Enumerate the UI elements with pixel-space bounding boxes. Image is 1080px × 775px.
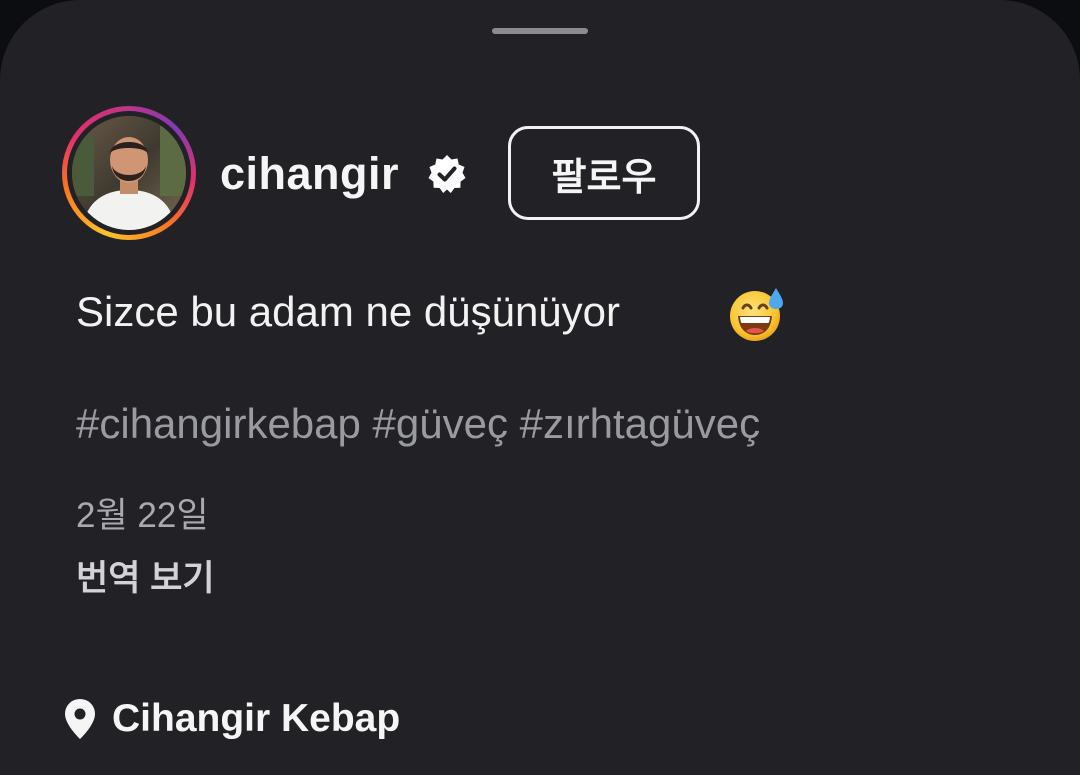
post-hashtags[interactable]: #cihangirkebap #güveç #zırhtagüveç: [76, 396, 760, 452]
location-label[interactable]: Cihangir Kebap: [112, 694, 400, 744]
post-date: 2월 22일: [76, 496, 209, 535]
post-caption: Sizce bu adam ne düşünüyor: [76, 288, 621, 335]
post-info-sheet: cihangir 팔로우 Sizce bu adam ne düşünüyor …: [0, 0, 1080, 775]
location-link[interactable]: Cihangir Kebap: [62, 694, 400, 744]
avatar[interactable]: [72, 116, 186, 230]
username[interactable]: cihangir: [220, 146, 399, 202]
avatar-photo: [72, 116, 186, 230]
grinning-sweat-face-icon: [730, 288, 783, 341]
avatar-story-ring[interactable]: [62, 106, 196, 240]
see-translation-link[interactable]: 번역 보기: [76, 557, 215, 601]
verified-badge-icon: [428, 155, 466, 193]
drag-handle[interactable]: [492, 28, 588, 34]
follow-button[interactable]: 팔로우: [508, 126, 700, 220]
location-pin-icon: [65, 699, 95, 739]
